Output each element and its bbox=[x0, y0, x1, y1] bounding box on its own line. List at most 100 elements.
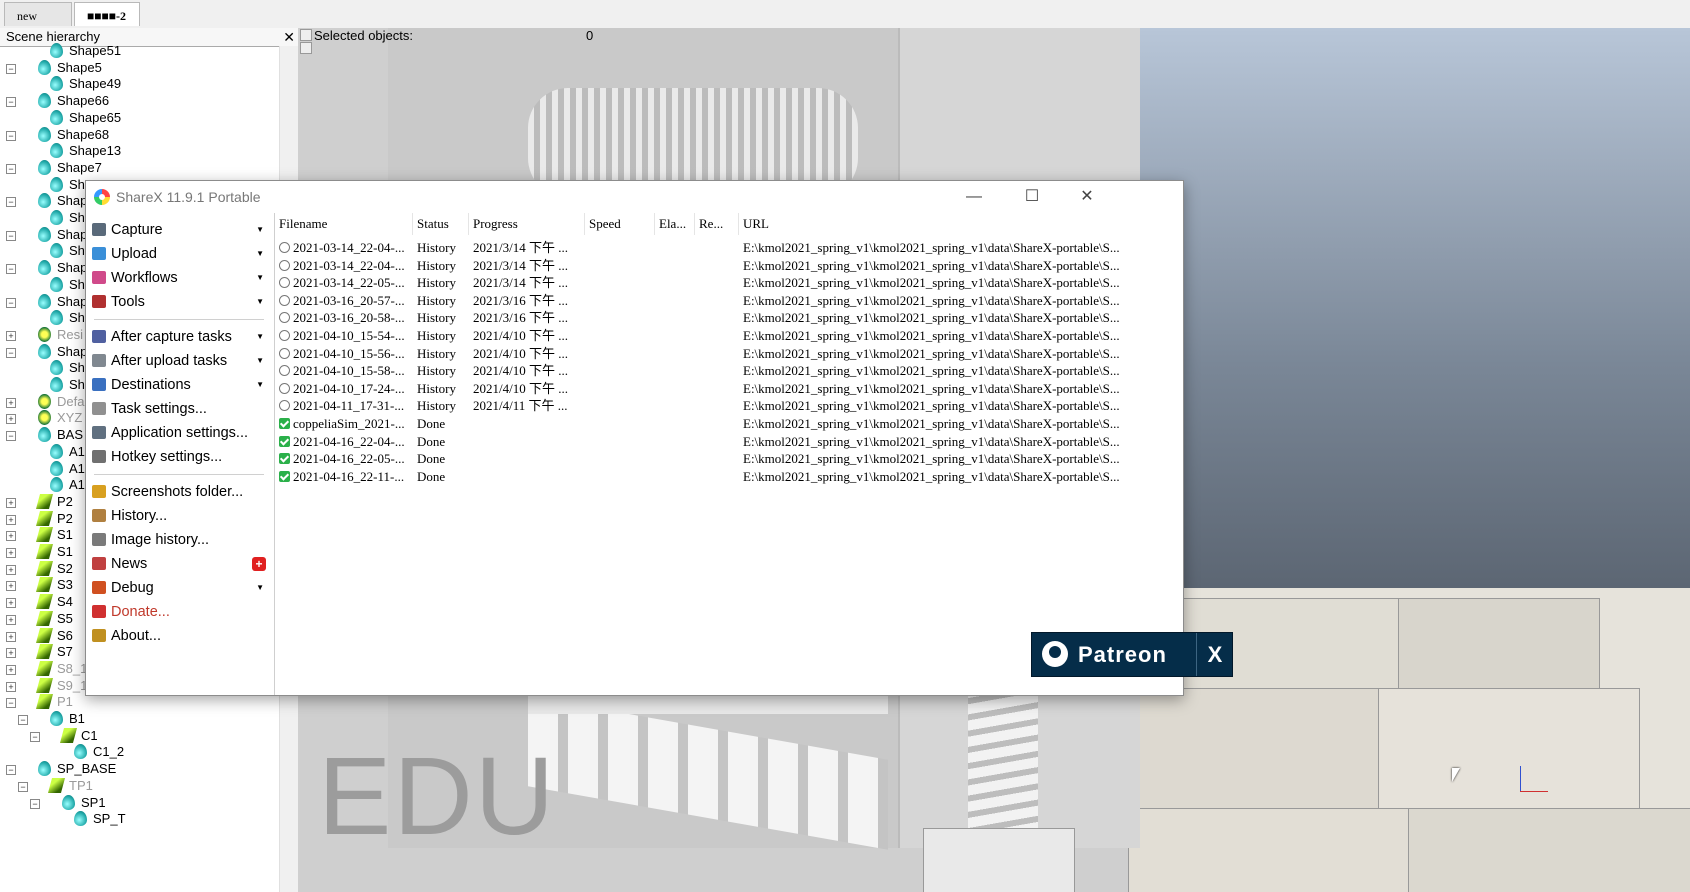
column-url[interactable]: URL bbox=[739, 213, 1180, 235]
expand-toggle-icon[interactable]: − bbox=[30, 798, 40, 809]
hierarchy-item[interactable]: Shap bbox=[38, 192, 87, 210]
menu-item-destinations[interactable]: Destinations ▼ bbox=[92, 374, 268, 396]
maximize-button[interactable]: ☐ bbox=[1009, 181, 1055, 213]
menu-item-tools[interactable]: Tools ▼ bbox=[92, 291, 268, 313]
expand-toggle-icon[interactable]: − bbox=[6, 130, 16, 141]
menu-item-image-history[interactable]: Image history... bbox=[92, 529, 268, 551]
hierarchy-item[interactable]: SP_BASE bbox=[38, 760, 116, 778]
hierarchy-item[interactable]: TP1 bbox=[47, 777, 93, 795]
menu-item-after-capture-tasks[interactable]: After capture tasks ▼ bbox=[92, 326, 268, 348]
menu-item-workflows[interactable]: Workflows ▼ bbox=[92, 267, 268, 289]
menu-item-hotkey-settings[interactable]: Hotkey settings... bbox=[92, 446, 268, 468]
hierarchy-item[interactable]: Sh bbox=[50, 376, 85, 394]
expand-toggle-icon[interactable]: + bbox=[6, 598, 16, 609]
hierarchy-item[interactable]: S8_1 bbox=[35, 660, 87, 678]
hierarchy-item[interactable]: S3 bbox=[35, 576, 73, 594]
menu-item-after-upload-tasks[interactable]: After upload tasks ▼ bbox=[92, 350, 268, 372]
expand-toggle-icon[interactable]: − bbox=[30, 731, 40, 742]
hierarchy-item[interactable]: Sh bbox=[50, 276, 85, 294]
close-button[interactable]: ✕ bbox=[1064, 181, 1110, 213]
hierarchy-item[interactable]: Sh bbox=[50, 242, 85, 260]
hierarchy-item[interactable]: XYZ bbox=[38, 409, 82, 427]
hierarchy-item[interactable]: S4 bbox=[35, 593, 73, 611]
expand-toggle-icon[interactable]: + bbox=[6, 631, 16, 642]
hierarchy-item[interactable]: B1 bbox=[50, 710, 85, 728]
hierarchy-item[interactable]: Defa bbox=[38, 393, 84, 411]
hierarchy-item[interactable]: Shape66 bbox=[38, 92, 109, 110]
hierarchy-item[interactable]: C1_2 bbox=[74, 743, 124, 761]
hierarchy-item[interactable]: S2 bbox=[35, 560, 73, 578]
column-filename[interactable]: Filename bbox=[275, 213, 413, 235]
hierarchy-item[interactable]: P1 bbox=[35, 693, 73, 711]
table-row[interactable]: 2021-04-10_17-24-... History 2021/4/10 下午 … bbox=[275, 380, 1180, 397]
panel-toggle[interactable] bbox=[300, 29, 312, 41]
expand-toggle-icon[interactable]: − bbox=[6, 97, 16, 108]
minimize-button[interactable]: — bbox=[951, 181, 997, 213]
expand-toggle-icon[interactable]: + bbox=[6, 548, 16, 558]
expand-toggle-icon[interactable]: − bbox=[6, 297, 16, 308]
table-row[interactable]: 2021-03-16_20-58-... History 2021/3/16 下午 … bbox=[275, 309, 1180, 326]
table-row[interactable]: 2021-03-16_20-57-... History 2021/3/16 下午 … bbox=[275, 292, 1180, 309]
table-row[interactable]: 2021-04-10_15-54-... History 2021/4/10 下午 … bbox=[275, 327, 1180, 344]
menu-item-screenshots-folder[interactable]: Screenshots folder... bbox=[92, 481, 268, 503]
table-row[interactable]: 2021-04-11_17-31-... History 2021/4/11 下午 … bbox=[275, 397, 1180, 414]
hierarchy-item[interactable]: P2 bbox=[35, 493, 73, 511]
column-progress[interactable]: Progress bbox=[469, 213, 585, 235]
table-row[interactable]: 2021-03-14_22-04-... History 2021/3/14 下午 … bbox=[275, 239, 1180, 256]
tab-current-scene[interactable]: ■■■■-2 bbox=[74, 2, 140, 26]
tab-new-scene[interactable]: new scene bbox=[4, 2, 72, 49]
hierarchy-item[interactable]: A1 bbox=[50, 460, 85, 478]
panel-toggle-2[interactable] bbox=[300, 42, 312, 54]
menu-item-donate[interactable]: Donate... bbox=[92, 601, 268, 623]
hierarchy-item[interactable]: S9_1 bbox=[35, 677, 87, 695]
hierarchy-item[interactable]: Shape49 bbox=[50, 75, 121, 93]
hierarchy-item[interactable]: S5 bbox=[35, 610, 73, 628]
menu-item-upload[interactable]: Upload ▼ bbox=[92, 243, 268, 265]
menu-item-history[interactable]: History... bbox=[92, 505, 268, 527]
expand-toggle-icon[interactable]: − bbox=[6, 264, 16, 275]
expand-toggle-icon[interactable]: + bbox=[6, 581, 16, 592]
menu-item-debug[interactable]: Debug ▼ bbox=[92, 577, 268, 599]
expand-toggle-icon[interactable]: + bbox=[6, 330, 16, 341]
hierarchy-item[interactable]: Shap bbox=[38, 259, 87, 277]
expand-toggle-icon[interactable]: + bbox=[6, 664, 16, 675]
hierarchy-item[interactable]: Shape65 bbox=[50, 109, 121, 127]
expand-toggle-icon[interactable]: + bbox=[6, 564, 16, 575]
expand-toggle-icon[interactable]: − bbox=[6, 431, 16, 442]
menu-item-news[interactable]: News + bbox=[92, 553, 268, 575]
expand-toggle-icon[interactable]: + bbox=[6, 414, 16, 425]
hierarchy-item[interactable]: SP_T bbox=[74, 810, 126, 828]
expand-toggle-icon[interactable]: + bbox=[6, 514, 16, 525]
expand-toggle-icon[interactable]: − bbox=[6, 63, 16, 74]
column-status[interactable]: Status bbox=[413, 213, 469, 235]
hierarchy-item[interactable]: A1 bbox=[50, 476, 85, 494]
hierarchy-item[interactable]: BAS bbox=[38, 426, 83, 444]
hierarchy-item[interactable]: Shape68 bbox=[38, 126, 109, 144]
table-row[interactable]: coppeliaSim_2021-... Done E:\kmol2021_spri… bbox=[275, 415, 1180, 432]
hierarchy-item[interactable]: Shap bbox=[38, 343, 87, 361]
table-row[interactable]: 2021-04-10_15-56-... History 2021/4/10 下午 … bbox=[275, 345, 1180, 362]
column-speed[interactable]: Speed bbox=[585, 213, 655, 235]
hierarchy-item[interactable]: Sh bbox=[50, 359, 85, 377]
expand-toggle-icon[interactable]: + bbox=[6, 397, 16, 408]
hierarchy-item[interactable]: Shape7 bbox=[38, 159, 102, 177]
patreon-close-button[interactable]: X bbox=[1196, 633, 1233, 676]
hierarchy-item[interactable]: Shape13 bbox=[50, 142, 121, 160]
menu-item-about[interactable]: About... bbox=[92, 625, 268, 647]
hierarchy-item[interactable]: SP1 bbox=[62, 794, 106, 812]
column-elapsed[interactable]: Ela... bbox=[655, 213, 695, 235]
hierarchy-item[interactable]: Sh bbox=[50, 209, 85, 227]
table-row[interactable]: 2021-03-14_22-04-... History 2021/3/14 下午 … bbox=[275, 257, 1180, 274]
table-row[interactable]: 2021-04-16_22-05-... Done E:\kmol2021_spri… bbox=[275, 450, 1180, 467]
patreon-banner[interactable]: Patreon X bbox=[1031, 632, 1233, 677]
hierarchy-item[interactable]: S6 bbox=[35, 627, 73, 645]
sharex-titlebar[interactable]: ShareX 11.9.1 Portable — ☐ ✕ bbox=[86, 181, 1183, 213]
hierarchy-item[interactable]: S7 bbox=[35, 643, 73, 661]
close-icon[interactable]: ✕ bbox=[283, 28, 295, 46]
expand-toggle-icon[interactable]: − bbox=[18, 715, 28, 725]
expand-toggle-icon[interactable]: − bbox=[6, 765, 16, 776]
expand-toggle-icon[interactable]: − bbox=[6, 698, 16, 709]
expand-toggle-icon[interactable]: − bbox=[6, 230, 16, 241]
expand-toggle-icon[interactable]: + bbox=[6, 681, 16, 692]
hierarchy-item[interactable]: Shape51 bbox=[50, 42, 121, 60]
